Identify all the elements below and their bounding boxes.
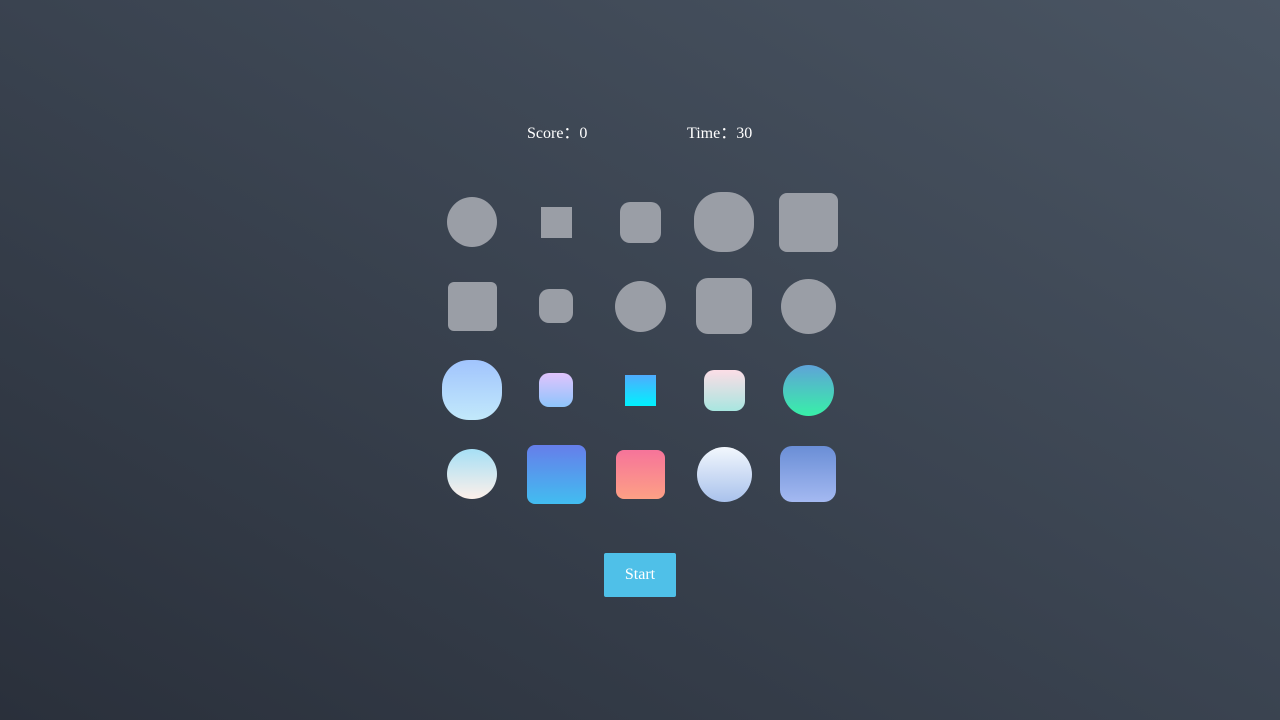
hidden-circle-tile[interactable] <box>614 280 666 332</box>
hidden-rounded-square-tile[interactable] <box>696 278 752 334</box>
revealed-square-tile[interactable] <box>624 374 656 406</box>
board-cell <box>766 264 850 348</box>
revealed-circle-tile[interactable] <box>782 364 834 416</box>
board-cell <box>514 432 598 516</box>
hidden-rounded-square-tile[interactable] <box>447 281 497 331</box>
revealed-squircle-tile[interactable] <box>442 360 502 420</box>
revealed-circle-tile[interactable] <box>447 449 497 499</box>
board-cell <box>598 264 682 348</box>
board-cell <box>766 180 850 264</box>
board-cell <box>514 264 598 348</box>
board-cell <box>430 348 514 432</box>
hidden-rounded-square-tile[interactable] <box>619 201 661 243</box>
hidden-circle-tile[interactable] <box>447 197 497 247</box>
revealed-rounded-square-tile[interactable] <box>780 446 836 502</box>
board-cell <box>514 180 598 264</box>
score-bar: Score：0 Time：30 <box>0 124 1280 144</box>
board-cell <box>682 432 766 516</box>
game-board <box>430 180 850 516</box>
board-cell <box>766 348 850 432</box>
board-cell <box>682 180 766 264</box>
revealed-rounded-square-tile[interactable] <box>703 369 745 411</box>
board-cell <box>682 264 766 348</box>
board-cell <box>598 180 682 264</box>
hidden-rounded-square-tile[interactable] <box>778 192 838 252</box>
board-cell <box>766 432 850 516</box>
board-cell <box>430 432 514 516</box>
board-cell <box>598 348 682 432</box>
score-display: Score：0 <box>527 125 588 142</box>
board-cell <box>682 348 766 432</box>
board-cell <box>430 180 514 264</box>
timer-display: Time：30 <box>687 125 753 142</box>
hidden-squircle-tile[interactable] <box>694 192 754 252</box>
hidden-circle-tile[interactable] <box>780 278 836 334</box>
revealed-rounded-square-tile[interactable] <box>615 449 665 499</box>
hidden-square-tile[interactable] <box>540 206 572 238</box>
revealed-circle-tile[interactable] <box>696 446 752 502</box>
start-button[interactable]: Start <box>604 553 676 597</box>
revealed-rounded-square-tile[interactable] <box>539 373 573 407</box>
board-cell <box>430 264 514 348</box>
board-cell <box>598 432 682 516</box>
revealed-rounded-square-tile[interactable] <box>526 444 586 504</box>
board-cell <box>514 348 598 432</box>
hidden-rounded-square-tile[interactable] <box>539 289 573 323</box>
